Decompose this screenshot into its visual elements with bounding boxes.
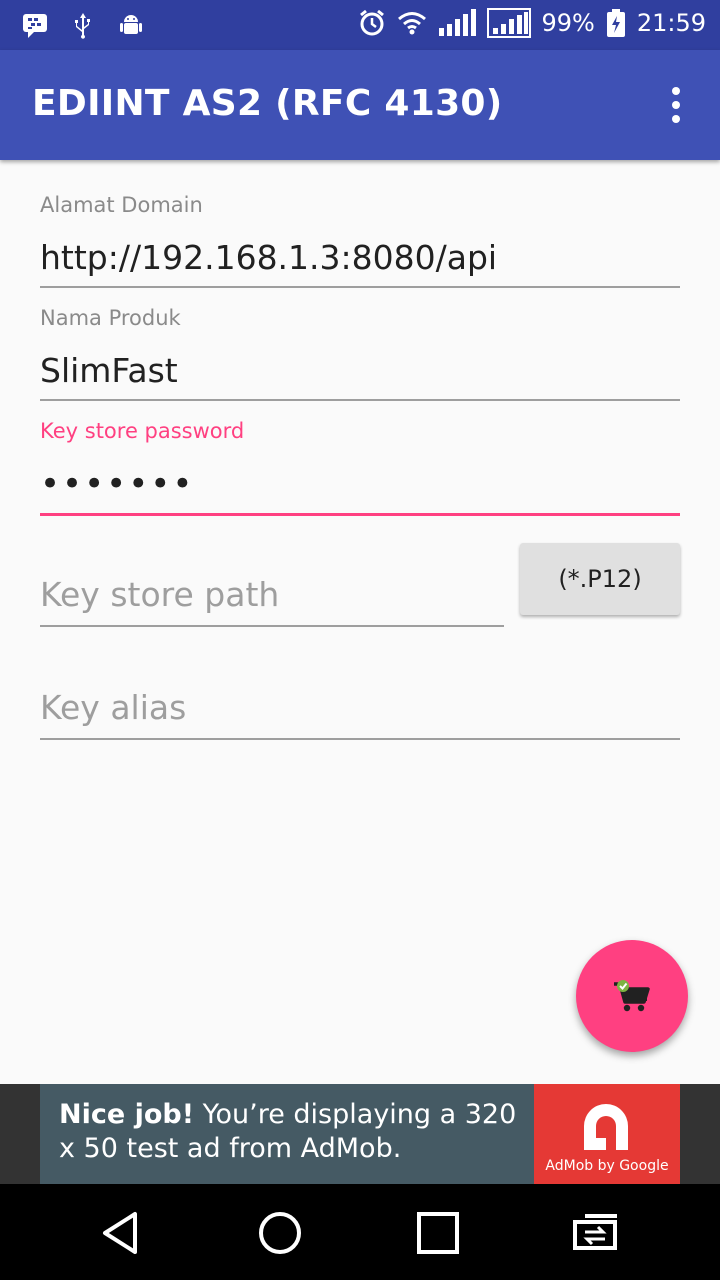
recents-icon[interactable]	[413, 1208, 463, 1258]
battery-charging-icon	[605, 8, 627, 38]
admob-logo: AdMob by Google	[534, 1084, 680, 1184]
more-vert-icon[interactable]	[660, 82, 692, 128]
key-alias-underline	[40, 738, 680, 740]
bbm-icon	[20, 10, 50, 40]
password-input[interactable]: •••••••	[40, 464, 194, 504]
signal-icon-sim2	[487, 8, 532, 38]
ad-banner-area: Nice job! You’re displaying a 320 x 50 t…	[0, 1084, 720, 1184]
system-nav-bar	[0, 1184, 720, 1280]
ad-brand: AdMob by Google	[545, 1158, 669, 1174]
clock: 21:59	[636, 9, 706, 37]
back-icon[interactable]	[97, 1208, 147, 1258]
alarm-icon	[357, 8, 387, 38]
domain-label: Alamat Domain	[40, 193, 203, 217]
password-label: Key store password	[40, 419, 245, 443]
app-bar: EDIINT AS2 (RFC 4130)	[0, 50, 720, 160]
ad-text: Nice job! You’re displaying a 320 x 50 t…	[59, 1098, 529, 1166]
wifi-icon	[397, 8, 427, 38]
key-alias-input[interactable]: Key alias	[40, 688, 186, 727]
domain-underline	[40, 286, 680, 288]
status-bar: 99% 21:59	[0, 0, 720, 50]
keystore-path-input[interactable]: Key store path	[40, 575, 279, 614]
product-underline	[40, 399, 680, 401]
product-input[interactable]: SlimFast	[40, 351, 178, 390]
password-underline	[40, 513, 680, 516]
battery-percent: 99%	[541, 9, 595, 37]
domain-input[interactable]: http://192.168.1.3:8080/api	[40, 238, 497, 277]
ad-headline: Nice job!	[59, 1099, 195, 1130]
keystore-path-underline	[40, 625, 504, 627]
signal-icon-sim1	[437, 8, 477, 38]
usb-icon	[68, 10, 98, 40]
cart-icon	[614, 980, 650, 1012]
android-debug-icon	[116, 10, 146, 40]
p12-select-button[interactable]: (*.P12)	[520, 543, 680, 615]
product-label: Nama Produk	[40, 306, 181, 330]
admob-logo-icon	[584, 1104, 628, 1150]
cart-fab-button[interactable]	[576, 940, 688, 1052]
admob-test-ad[interactable]: Nice job! You’re displaying a 320 x 50 t…	[40, 1084, 680, 1184]
home-icon[interactable]	[255, 1208, 305, 1258]
switch-apps-icon[interactable]	[571, 1208, 621, 1258]
app-title: EDIINT AS2 (RFC 4130)	[32, 83, 503, 124]
